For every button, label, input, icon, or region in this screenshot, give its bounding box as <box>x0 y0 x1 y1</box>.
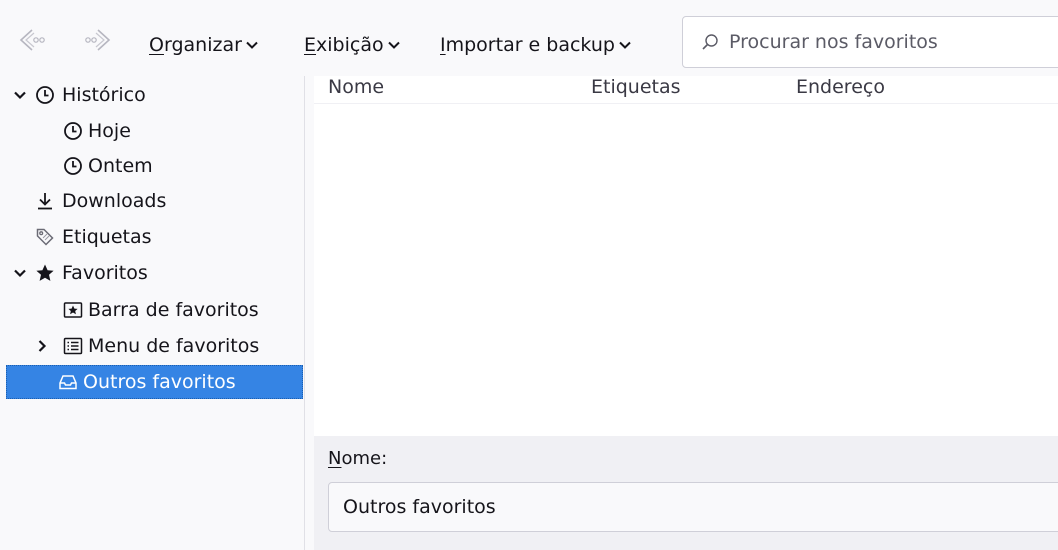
view-menu-button[interactable]: Exibição <box>304 30 400 60</box>
sidebar-item-label: Menu de favoritos <box>88 335 260 357</box>
forward-button[interactable] <box>80 22 116 58</box>
download-icon <box>34 190 56 212</box>
other-bookmarks-icon <box>57 371 79 393</box>
search-icon <box>702 34 718 50</box>
back-button[interactable] <box>14 22 50 58</box>
column-header-tags[interactable]: Etiquetas <box>591 76 681 98</box>
clock-icon <box>34 84 56 106</box>
clock-icon <box>62 120 84 142</box>
sidebar-item-bookmarks-menu[interactable]: Menu de favoritos <box>6 329 303 363</box>
chevron-down-icon <box>619 41 631 50</box>
tag-icon <box>34 226 56 248</box>
import-backup-menu-button[interactable]: Importar e backup <box>440 30 631 60</box>
sidebar-item-label: Favoritos <box>62 262 148 284</box>
sidebar-item-label: Etiquetas <box>62 226 152 248</box>
details-pane: Nome: <box>314 436 1058 550</box>
organize-label: Organizar <box>149 34 242 56</box>
chevron-down-icon <box>246 41 258 50</box>
sidebar-item-label: Ontem <box>88 155 153 177</box>
view-label: Exibição <box>304 34 384 56</box>
sidebar-item-history[interactable]: Histórico <box>6 78 303 112</box>
star-icon <box>34 262 56 284</box>
back-arrow-icon <box>19 29 45 51</box>
sidebar-item-label: Outros favoritos <box>83 371 236 393</box>
column-header-location[interactable]: Endereço <box>796 76 885 98</box>
chevron-down-icon[interactable] <box>12 265 28 281</box>
search-input[interactable] <box>727 30 1058 54</box>
sidebar-item-label: Barra de favoritos <box>88 299 259 321</box>
sidebar-item-label: Hoje <box>88 120 131 142</box>
chevron-down-icon <box>387 41 400 50</box>
sidebar-item-yesterday[interactable]: Ontem <box>6 149 303 183</box>
sidebar-item-today[interactable]: Hoje <box>6 114 303 148</box>
column-header-row: Nome Etiquetas Endereço <box>314 76 1058 104</box>
import-backup-label: Importar e backup <box>440 34 615 56</box>
forward-arrow-icon <box>85 29 111 51</box>
name-field[interactable] <box>328 482 1058 532</box>
column-header-name[interactable]: Nome <box>328 76 384 98</box>
toolbar: Organizar Exibição Importar e backup <box>0 0 1058 76</box>
search-box[interactable] <box>682 16 1058 68</box>
bookmarks-list[interactable]: Nome Etiquetas Endereço <box>314 76 1058 436</box>
organize-menu-button[interactable]: Organizar <box>149 30 258 60</box>
sidebar-item-tags[interactable]: Etiquetas <box>6 220 303 254</box>
clock-icon <box>62 155 84 177</box>
bookmarks-toolbar-icon <box>62 299 84 321</box>
sidebar-item-label: Histórico <box>62 84 146 106</box>
chevron-down-icon[interactable] <box>12 87 28 103</box>
sidebar-item-bookmarks-toolbar[interactable]: Barra de favoritos <box>6 293 303 327</box>
bookmarks-menu-icon <box>62 335 84 357</box>
sidebar-item-label: Downloads <box>62 190 167 212</box>
places-sidebar: Histórico Hoje Ontem Downloads Etiquetas <box>0 76 305 550</box>
name-field-label: Nome: <box>328 448 388 469</box>
sidebar-item-other-bookmarks[interactable]: Outros favoritos <box>6 365 303 399</box>
sidebar-item-downloads[interactable]: Downloads <box>6 184 303 218</box>
chevron-right-icon[interactable] <box>34 338 50 354</box>
sidebar-item-bookmarks[interactable]: Favoritos <box>6 256 303 290</box>
